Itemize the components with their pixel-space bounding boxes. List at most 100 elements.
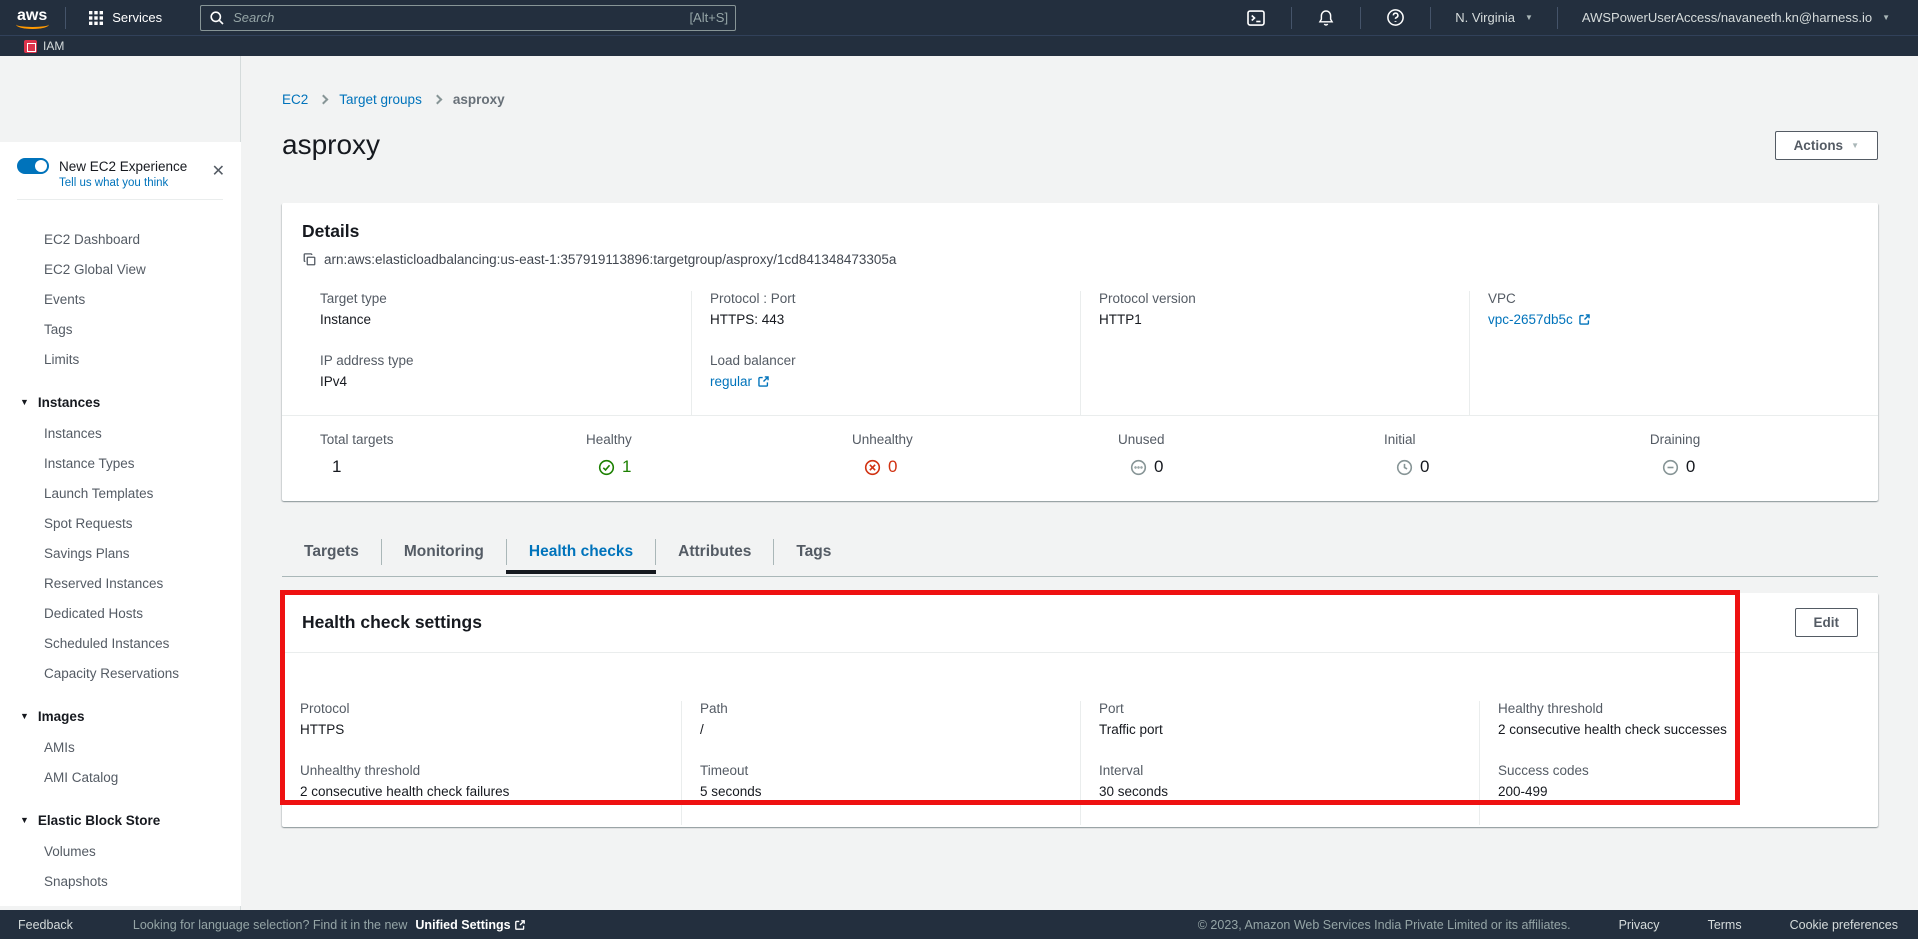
field-label: Timeout — [700, 763, 1062, 778]
chevron-down-icon: ▼ — [20, 397, 29, 407]
stat-draining: Draining 0 — [1612, 432, 1878, 477]
terms-link[interactable]: Terms — [1708, 918, 1742, 932]
sidebar-item-ami-catalog[interactable]: AMI Catalog — [0, 770, 241, 785]
recently-visited-bar: IAM — [0, 35, 1918, 56]
breadcrumb-ec2[interactable]: EC2 — [282, 92, 308, 107]
sidebar-item-instance-types[interactable]: Instance Types — [0, 456, 241, 471]
main-content: EC2 Target groups asproxy asproxy Action… — [241, 56, 1918, 910]
unified-settings-link[interactable]: Unified Settings — [415, 918, 525, 932]
x-circle-icon — [864, 459, 881, 476]
notifications-bell-button[interactable] — [1304, 0, 1348, 35]
minus-circle-icon — [1662, 459, 1679, 476]
vpc-link[interactable]: vpc-2657db5c — [1488, 312, 1591, 327]
actions-label: Actions — [1794, 138, 1844, 153]
field-label: Unhealthy threshold — [300, 763, 663, 778]
tab-health-checks[interactable]: Health checks — [507, 533, 655, 571]
privacy-link[interactable]: Privacy — [1619, 918, 1660, 932]
search-input[interactable] — [200, 5, 736, 31]
help-button[interactable] — [1373, 0, 1418, 35]
field-label: Target type — [320, 291, 673, 306]
top-navigation-bar: aws Services [Alt+S] — [0, 0, 1918, 35]
aws-logo[interactable]: aws — [15, 7, 53, 29]
sidebar-section-elastic-block-store[interactable]: ▼Elastic Block Store — [0, 813, 241, 828]
sidebar-item-reserved-instances[interactable]: Reserved Instances — [0, 576, 241, 591]
account-label: AWSPowerUserAccess/navaneeth.kn@harness.… — [1582, 10, 1872, 25]
ec2-sidebar: New EC2 Experience Tell us what you thin… — [0, 56, 241, 910]
services-menu-button[interactable]: Services — [78, 0, 172, 35]
services-label: Services — [112, 10, 162, 25]
sidebar-item-savings-plans[interactable]: Savings Plans — [0, 546, 241, 561]
region-selector[interactable]: N. Virginia — [1443, 0, 1545, 35]
field-label: Port — [1099, 701, 1461, 716]
region-label: N. Virginia — [1455, 10, 1515, 25]
tab-attributes[interactable]: Attributes — [656, 533, 773, 571]
tab-tags[interactable]: Tags — [774, 533, 853, 571]
target-type-value: Instance — [320, 312, 673, 327]
sidebar-item-capacity-reservations[interactable]: Capacity Reservations — [0, 666, 241, 681]
hc-port-value: Traffic port — [1099, 722, 1461, 737]
external-link-icon — [1578, 313, 1591, 326]
copy-icon[interactable] — [302, 252, 317, 267]
ellipsis-circle-icon — [1130, 459, 1147, 476]
cloudshell-button[interactable] — [1233, 0, 1279, 35]
field-label: Protocol version — [1099, 291, 1451, 306]
hc-interval-value: 30 seconds — [1099, 784, 1461, 799]
stat-healthy: Healthy 1 — [548, 432, 814, 477]
sidebar-item-launch-templates[interactable]: Launch Templates — [0, 486, 241, 501]
field-label: Success codes — [1498, 763, 1860, 778]
sidebar-item-instances[interactable]: Instances — [0, 426, 241, 441]
sidebar-section-instances[interactable]: ▼Instances — [0, 395, 241, 410]
field-label: VPC — [1488, 291, 1840, 306]
page-title: asproxy — [282, 129, 380, 161]
sidebar-item-ec2-dashboard[interactable]: EC2 Dashboard — [0, 232, 241, 247]
load-balancer-link[interactable]: regular — [710, 374, 770, 389]
breadcrumb: EC2 Target groups asproxy — [282, 92, 1878, 107]
actions-button[interactable]: Actions — [1775, 131, 1878, 160]
hc-path-value: / — [700, 722, 1062, 737]
breadcrumb-target-groups[interactable]: Target groups — [339, 92, 422, 107]
feedback-link[interactable]: Feedback — [18, 918, 73, 932]
field-label: Protocol : Port — [710, 291, 1062, 306]
tab-targets[interactable]: Targets — [282, 533, 381, 571]
sidebar-item-amis[interactable]: AMIs — [0, 740, 241, 755]
edit-button[interactable]: Edit — [1795, 608, 1859, 637]
iam-shortcut[interactable]: IAM — [24, 39, 64, 53]
hc-timeout-value: 5 seconds — [700, 784, 1062, 799]
protocol-version-value: HTTP1 — [1099, 312, 1451, 327]
health-check-settings-heading: Health check settings — [302, 612, 482, 633]
divider — [17, 199, 223, 200]
sidebar-item-scheduled-instances[interactable]: Scheduled Instances — [0, 636, 241, 651]
sidebar-item-limits[interactable]: Limits — [0, 352, 241, 367]
close-icon[interactable]: ✕ — [212, 164, 225, 180]
details-heading: Details — [302, 221, 1858, 242]
hc-unhealthy-threshold-value: 2 consecutive health check failures — [300, 784, 663, 799]
chevron-down-icon: ▼ — [20, 815, 29, 825]
cookie-preferences-link[interactable]: Cookie preferences — [1790, 918, 1898, 932]
protocol-port-value: HTTPS: 443 — [710, 312, 1062, 327]
field-label: Path — [700, 701, 1062, 716]
sidebar-item-spot-requests[interactable]: Spot Requests — [0, 516, 241, 531]
search-shortcut-hint: [Alt+S] — [689, 10, 728, 25]
tab-monitoring[interactable]: Monitoring — [382, 533, 506, 571]
divider — [1291, 7, 1292, 29]
divider — [1557, 7, 1558, 29]
field-label: IP address type — [320, 353, 673, 368]
health-check-settings-card: Health check settings Edit Protocol HTTP… — [282, 593, 1878, 827]
field-label: Healthy threshold — [1498, 701, 1860, 716]
sidebar-item-tags[interactable]: Tags — [0, 322, 241, 337]
sidebar-item-ec2-global-view[interactable]: EC2 Global View — [0, 262, 241, 277]
chevron-down-icon: ▼ — [20, 711, 29, 721]
hc-protocol-value: HTTPS — [300, 722, 663, 737]
stat-total-targets: Total targets 1 — [282, 432, 548, 477]
sidebar-item-snapshots[interactable]: Snapshots — [0, 874, 241, 889]
sidebar-section-images[interactable]: ▼Images — [0, 709, 241, 724]
tell-us-link[interactable]: Tell us what you think — [59, 177, 223, 189]
chevron-right-icon — [319, 95, 329, 105]
sidebar-item-dedicated-hosts[interactable]: Dedicated Hosts — [0, 606, 241, 621]
account-menu[interactable]: AWSPowerUserAccess/navaneeth.kn@harness.… — [1570, 0, 1902, 35]
sidebar-item-volumes[interactable]: Volumes — [0, 844, 241, 859]
sidebar-item-events[interactable]: Events — [0, 292, 241, 307]
new-experience-toggle[interactable] — [17, 158, 49, 174]
hc-healthy-threshold-value: 2 consecutive health check successes — [1498, 722, 1860, 737]
copyright-text: © 2023, Amazon Web Services India Privat… — [1198, 918, 1571, 932]
